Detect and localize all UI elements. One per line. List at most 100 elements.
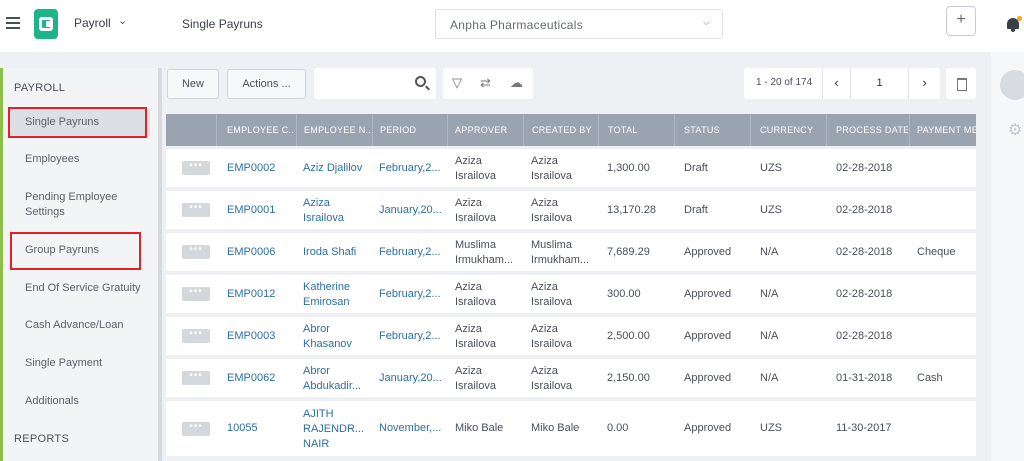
approver-cell-line: Israilova (455, 380, 496, 392)
pager-range: 1 - 20 of 174 (756, 77, 813, 88)
chevron-left-icon[interactable]: ‹ (822, 68, 850, 99)
column-header-total[interactable]: TOTAL (608, 125, 668, 135)
column-header-employee-code[interactable]: EMPLOYEE C... (227, 125, 295, 135)
table-row[interactable]: ••• EMP0001 Aziza Israilova January,20... Azi… (166, 191, 976, 229)
row-actions-button[interactable]: ••• (182, 329, 210, 343)
row-actions-button[interactable]: ••• (182, 371, 210, 385)
period-link[interactable]: January,20... (379, 372, 447, 385)
app-logo (34, 9, 58, 39)
table-row[interactable]: ••• EMP0062 Abror Abdukadir... January,20...… (166, 359, 976, 397)
created-by-cell: Miko Bale (531, 422, 603, 435)
employee-name-link-line: Abror (303, 323, 330, 335)
currency-cell: N/A (760, 246, 830, 259)
gear-icon[interactable]: ⚙ (1008, 120, 1022, 140)
swap-icon[interactable]: ⇄ (480, 75, 491, 91)
approver-cell-line: Muslima (455, 239, 496, 251)
table-row[interactable]: ••• EMP0002 Aziz Djalilov February,2... Aziz… (166, 149, 976, 187)
employee-name-link-line: Iroda Shafi (303, 246, 357, 258)
page-number-input[interactable]: 1 (850, 68, 908, 99)
employee-code-link[interactable]: EMP0012 (227, 288, 293, 301)
process-date-cell-line: 02-28-2018 (836, 288, 893, 300)
new-button[interactable]: New (167, 69, 219, 99)
app-name[interactable]: Payroll (74, 16, 111, 30)
column-header-status[interactable]: STATUS (684, 125, 744, 135)
add-button[interactable]: + (946, 6, 976, 36)
period-link-line: February,2... (379, 246, 441, 258)
created-by-cell-line: Muslima (531, 239, 572, 251)
table-row[interactable]: ••• EMP0006 Iroda Shafi February,2... Muslim… (166, 233, 976, 271)
created-by-cell: Aziza Israilova (531, 154, 603, 184)
employee-name-link-line: Khasanov (303, 338, 352, 350)
column-header-payment-method[interactable]: PAYMENT MET (917, 125, 976, 135)
process-date-cell-line: 01-31-2018 (836, 372, 893, 384)
employee-code-link[interactable]: 10055 (227, 422, 293, 435)
total-cell: 2,150.00 (607, 372, 677, 385)
table-row[interactable]: ••• EMP0003 Abror Khasanov February,2... Aziz… (166, 317, 976, 355)
row-actions-button[interactable]: ••• (182, 421, 210, 436)
employee-name-link[interactable]: Abror Khasanov (303, 322, 371, 352)
period-link[interactable]: February,2... (379, 162, 447, 175)
column-header-created-by[interactable]: CREATED BY (532, 125, 598, 135)
sidebar-item-employees[interactable]: Employees (10, 152, 150, 167)
cloud-download-icon[interactable]: ☁ (510, 75, 523, 91)
search-box[interactable] (314, 68, 436, 99)
employee-name-link[interactable]: Abror Abdukadir... (303, 364, 371, 394)
sidebar-scrollbar[interactable] (158, 68, 162, 461)
notification-bell-icon[interactable] (1006, 16, 1022, 32)
actions-button[interactable]: Actions ... (227, 69, 306, 99)
sidebar-item-cash-advance-loan[interactable]: Cash Advance/Loan (10, 318, 150, 333)
sidebar-item-additionals[interactable]: Additionals (10, 394, 150, 409)
created-by-cell-line: Aziza (531, 155, 558, 167)
employee-code-link[interactable]: EMP0062 (227, 372, 293, 385)
employee-code-link[interactable]: EMP0001 (227, 204, 293, 217)
column-header-currency[interactable]: CURRENCY (760, 125, 820, 135)
sidebar-section-reports[interactable]: REPORTS (14, 433, 69, 445)
chevron-down-icon[interactable]: ⌄ (118, 14, 127, 27)
chevron-right-icon[interactable]: › (908, 68, 940, 99)
total-cell: 1,300.00 (607, 162, 677, 175)
sidebar-item-single-payment[interactable]: Single Payment (10, 356, 150, 371)
row-actions-button[interactable]: ••• (182, 245, 210, 259)
process-date-cell: 11-30-2017 (836, 422, 912, 435)
period-link[interactable]: January,20... (379, 204, 447, 217)
employee-name-link[interactable]: Aziz Djalilov (303, 162, 371, 175)
sidebar-item-pending-employee-settings[interactable]: Pending Employee Settings (10, 190, 150, 220)
column-header-period[interactable]: PERIOD (380, 125, 440, 135)
period-link[interactable]: February,2... (379, 330, 447, 343)
currency-cell-line: UZS (760, 162, 782, 174)
employee-name-link[interactable]: AJITH RAJENDR... NAIR (303, 407, 371, 452)
company-select-value: Anpha Pharmaceuticals (450, 18, 584, 32)
table-row[interactable]: ••• EMP0012 Katherine Emirosan February,2...… (166, 275, 976, 313)
column-header-process-date[interactable]: PROCESS DATE (836, 125, 908, 135)
created-by-cell-line: Israilova (531, 212, 572, 224)
total-cell: 300.00 (607, 288, 677, 301)
search-icon[interactable] (415, 76, 426, 87)
employee-code-link[interactable]: EMP0002 (227, 162, 293, 175)
table-row[interactable]: ••• 10055 AJITH RAJENDR... NAIR November,... M… (166, 401, 976, 456)
column-settings-icon[interactable] (946, 68, 976, 99)
row-actions-button[interactable]: ••• (182, 203, 210, 217)
period-link[interactable]: February,2... (379, 246, 447, 259)
filter-icon[interactable]: ▽ (452, 75, 462, 91)
column-header-approver[interactable]: APPROVER (455, 125, 521, 135)
period-link[interactable]: November,... (379, 422, 447, 435)
row-actions-button[interactable]: ••• (182, 161, 210, 175)
avatar[interactable] (1000, 70, 1024, 100)
period-link[interactable]: February,2... (379, 288, 447, 301)
sidebar-item-end-of-service-gratuity[interactable]: End Of Service Gratuity (10, 281, 150, 296)
employee-name-link[interactable]: Iroda Shafi (303, 246, 371, 259)
approver-cell-line: Aziza (455, 155, 482, 167)
employee-code-link[interactable]: EMP0003 (227, 330, 293, 343)
employee-name-link[interactable]: Aziza Israilova (303, 196, 371, 226)
employee-name-link[interactable]: Katherine Emirosan (303, 280, 371, 310)
employee-code-link[interactable]: EMP0006 (227, 246, 293, 259)
employee-code-link-line: 10055 (227, 422, 258, 434)
currency-cell: UZS (760, 204, 830, 217)
created-by-cell: Aziza Israilova (531, 364, 603, 394)
total-cell: 0.00 (607, 422, 677, 435)
company-select[interactable]: Anpha Pharmaceuticals ⌵ (435, 9, 723, 39)
column-header-employee-name[interactable]: EMPLOYEE N... (304, 125, 370, 135)
menu-icon[interactable] (6, 17, 20, 31)
row-actions-button[interactable]: ••• (182, 287, 210, 301)
approver-cell-line: Aziza (455, 323, 482, 335)
